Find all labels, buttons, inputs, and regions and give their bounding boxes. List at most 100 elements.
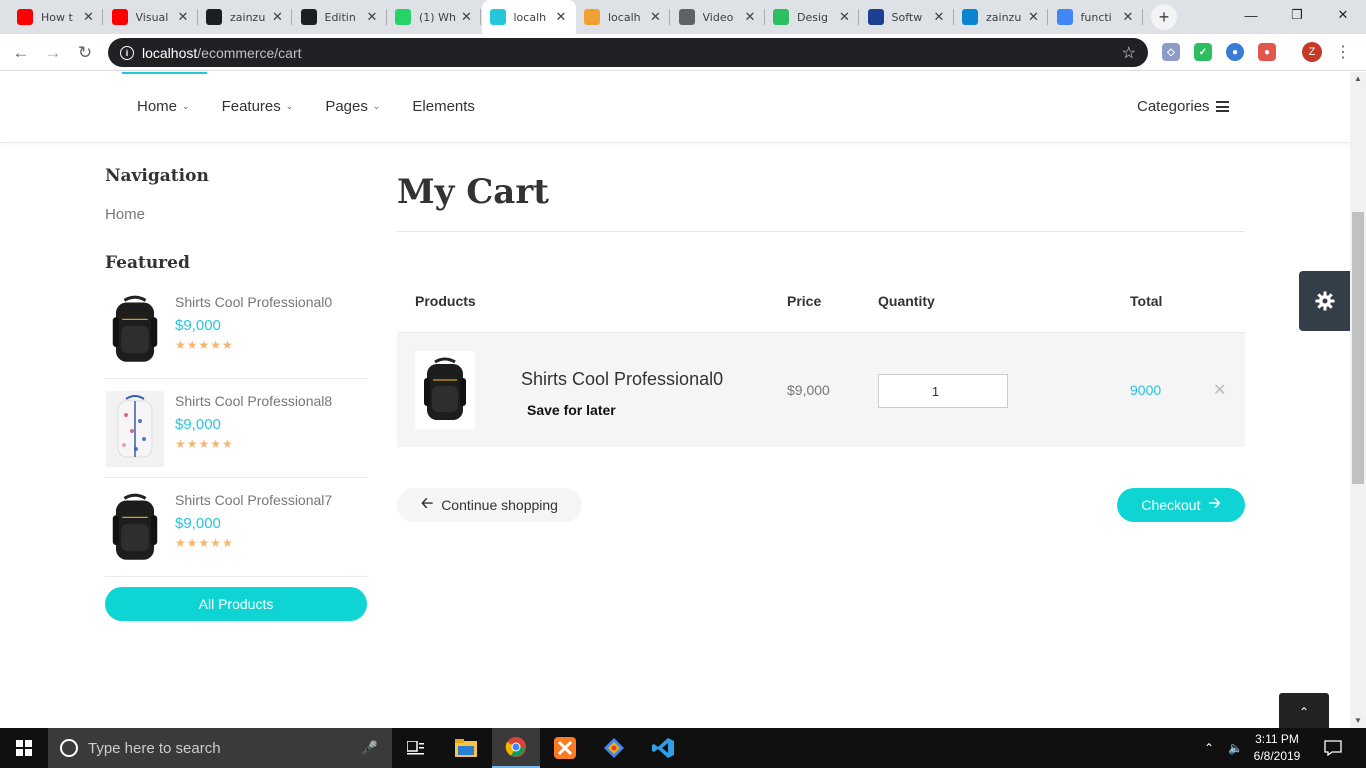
page-scrollbar[interactable]: ▲ ▼: [1350, 72, 1366, 728]
scroll-up-arrow-icon[interactable]: ▲: [1350, 72, 1366, 86]
all-products-button[interactable]: All Products: [105, 587, 367, 621]
microphone-icon[interactable]: 🎤: [362, 740, 378, 756]
backpack-image: [424, 357, 466, 420]
featured-product-name[interactable]: Shirts Cool Professional7: [175, 492, 332, 508]
close-tab-icon[interactable]: ✕: [743, 9, 756, 25]
categories-menu[interactable]: Categories: [1137, 98, 1229, 115]
new-tab-button[interactable]: +: [1151, 4, 1177, 30]
system-clock[interactable]: 3:11 PM 6/8/2019: [1252, 731, 1302, 765]
git-kraken-icon[interactable]: [590, 728, 638, 768]
quantity-input[interactable]: [878, 374, 1008, 408]
forward-arrow-icon[interactable]: →: [40, 40, 66, 66]
close-tab-icon[interactable]: ✕: [271, 9, 284, 25]
nav-item-features[interactable]: Features ⌄: [222, 98, 294, 115]
file-explorer-icon[interactable]: [442, 728, 490, 768]
cart-item-name[interactable]: Shirts Cool Professional0: [521, 369, 723, 390]
sidebar-home-link[interactable]: Home: [105, 206, 367, 223]
browser-tab[interactable]: zainzu ✕: [954, 0, 1048, 34]
featured-product-name[interactable]: Shirts Cool Professional8: [175, 393, 332, 409]
browser-tab[interactable]: Visual ✕: [104, 0, 198, 34]
browser-tab[interactable]: Video ✕: [671, 0, 765, 34]
browser-tab[interactable]: Desig ✕: [765, 0, 859, 34]
chrome-taskbar-icon[interactable]: [492, 728, 540, 768]
backpack-image: [112, 295, 158, 362]
address-bar[interactable]: i localhost/ecommerce/cart ☆: [108, 38, 1148, 67]
minimize-button[interactable]: —: [1228, 0, 1274, 30]
browser-tab[interactable]: (1) Wh ✕: [387, 0, 481, 34]
profile-avatar[interactable]: Z: [1302, 42, 1322, 62]
featured-product-name[interactable]: Shirts Cool Professional0: [175, 294, 332, 310]
taskbar-search[interactable]: Type here to search 🎤: [48, 728, 392, 768]
close-tab-icon[interactable]: ✕: [1027, 9, 1040, 25]
chrome-menu-icon[interactable]: ⋮: [1335, 42, 1351, 62]
page-viewport: Home ⌄ Features ⌄ Pages ⌄ Elements Categories …: [0, 72, 1350, 728]
design-icon: [773, 9, 789, 25]
tab-title: localh: [608, 10, 641, 24]
close-tab-icon[interactable]: ✕: [838, 9, 851, 25]
featured-product[interactable]: Shirts Cool Professional0 $9,000 ★★★★★: [105, 280, 367, 379]
close-tab-icon[interactable]: ✕: [460, 9, 473, 25]
cart-section: My Cart Products Price Quantity Total Sh…: [397, 172, 1245, 522]
featured-product[interactable]: Shirts Cool Professional7 $9,000 ★★★★★: [105, 478, 367, 577]
settings-panel-toggle[interactable]: [1299, 271, 1350, 331]
continue-shopping-button[interactable]: 🡠 Continue shopping: [397, 488, 582, 522]
extension-icon[interactable]: ◇: [1162, 43, 1180, 61]
show-hidden-icons[interactable]: ⌃: [1204, 728, 1214, 768]
scroll-down-arrow-icon[interactable]: ▼: [1350, 714, 1366, 728]
browser-tab[interactable]: Editin ✕: [293, 0, 387, 34]
task-view-icon[interactable]: [392, 728, 440, 768]
tab-title: functi: [1080, 10, 1112, 24]
globe-icon: [678, 9, 695, 25]
arrow-left-icon: 🡠: [421, 494, 434, 512]
main-nav: Home ⌄ Features ⌄ Pages ⌄ Elements: [137, 98, 475, 115]
featured-product[interactable]: Shirts Cool Professional8 $9,000 ★★★★★: [105, 379, 367, 478]
reload-icon[interactable]: ↻: [72, 40, 98, 66]
browser-tab[interactable]: localh ✕: [576, 0, 670, 34]
volume-icon[interactable]: 🔈: [1228, 728, 1243, 768]
browser-tab[interactable]: zainzu ✕: [198, 0, 292, 34]
vscode-icon[interactable]: [639, 728, 687, 768]
browser-tab[interactable]: localh ✕: [481, 0, 576, 34]
browser-tab[interactable]: How t ✕: [9, 0, 103, 34]
close-tab-icon[interactable]: ✕: [82, 9, 95, 25]
action-center-icon[interactable]: [1324, 728, 1342, 768]
nav-item-label: Elements: [412, 98, 475, 115]
back-arrow-icon[interactable]: ←: [8, 40, 34, 66]
nav-item-pages[interactable]: Pages ⌄: [325, 98, 380, 115]
continue-shopping-label: Continue shopping: [441, 497, 558, 513]
close-tab-icon[interactable]: ✕: [365, 9, 378, 25]
lock-icon: [489, 9, 506, 25]
nav-item-elements[interactable]: Elements: [412, 98, 475, 115]
nav-item-label: Home: [137, 98, 178, 115]
phpmyadmin-icon: [584, 9, 600, 25]
browser-tab[interactable]: Softw ✕: [860, 0, 954, 34]
tab-title: (1) Wh: [419, 10, 456, 24]
bookmark-star-icon[interactable]: ☆: [1122, 43, 1136, 63]
globe-extension-icon[interactable]: ●: [1226, 43, 1244, 61]
xampp-icon[interactable]: [541, 728, 589, 768]
close-window-button[interactable]: ✕: [1320, 0, 1366, 30]
remove-item-icon[interactable]: ✕: [1213, 380, 1226, 400]
software-icon: [867, 9, 884, 25]
browser-tab[interactable]: functi ✕: [1049, 0, 1143, 34]
restore-button[interactable]: ❐: [1274, 0, 1320, 30]
shield-extension-icon[interactable]: ✓: [1194, 43, 1212, 61]
ublock-extension-icon[interactable]: ●: [1258, 43, 1276, 61]
youtube-icon: [111, 9, 128, 25]
windows-start-button[interactable]: [0, 728, 48, 768]
featured-product-image[interactable]: [105, 490, 165, 566]
close-tab-icon[interactable]: ✕: [176, 9, 189, 25]
featured-product-image[interactable]: [105, 391, 165, 467]
nav-item-home[interactable]: Home ⌄: [137, 98, 190, 115]
close-tab-icon[interactable]: ✕: [1121, 9, 1134, 25]
close-tab-icon[interactable]: ✕: [649, 9, 662, 25]
close-tab-icon[interactable]: ✕: [932, 9, 945, 25]
back-to-top-button[interactable]: ⌃: [1279, 693, 1329, 728]
featured-product-image[interactable]: [105, 292, 165, 368]
scrollbar-thumb[interactable]: [1352, 212, 1364, 484]
save-for-later-link[interactable]: Save for later: [527, 402, 616, 418]
product-thumbnail[interactable]: [415, 351, 475, 429]
info-icon[interactable]: i: [120, 45, 134, 60]
checkout-button[interactable]: Checkout 🡢: [1117, 488, 1245, 522]
close-tab-icon[interactable]: ✕: [554, 9, 567, 25]
